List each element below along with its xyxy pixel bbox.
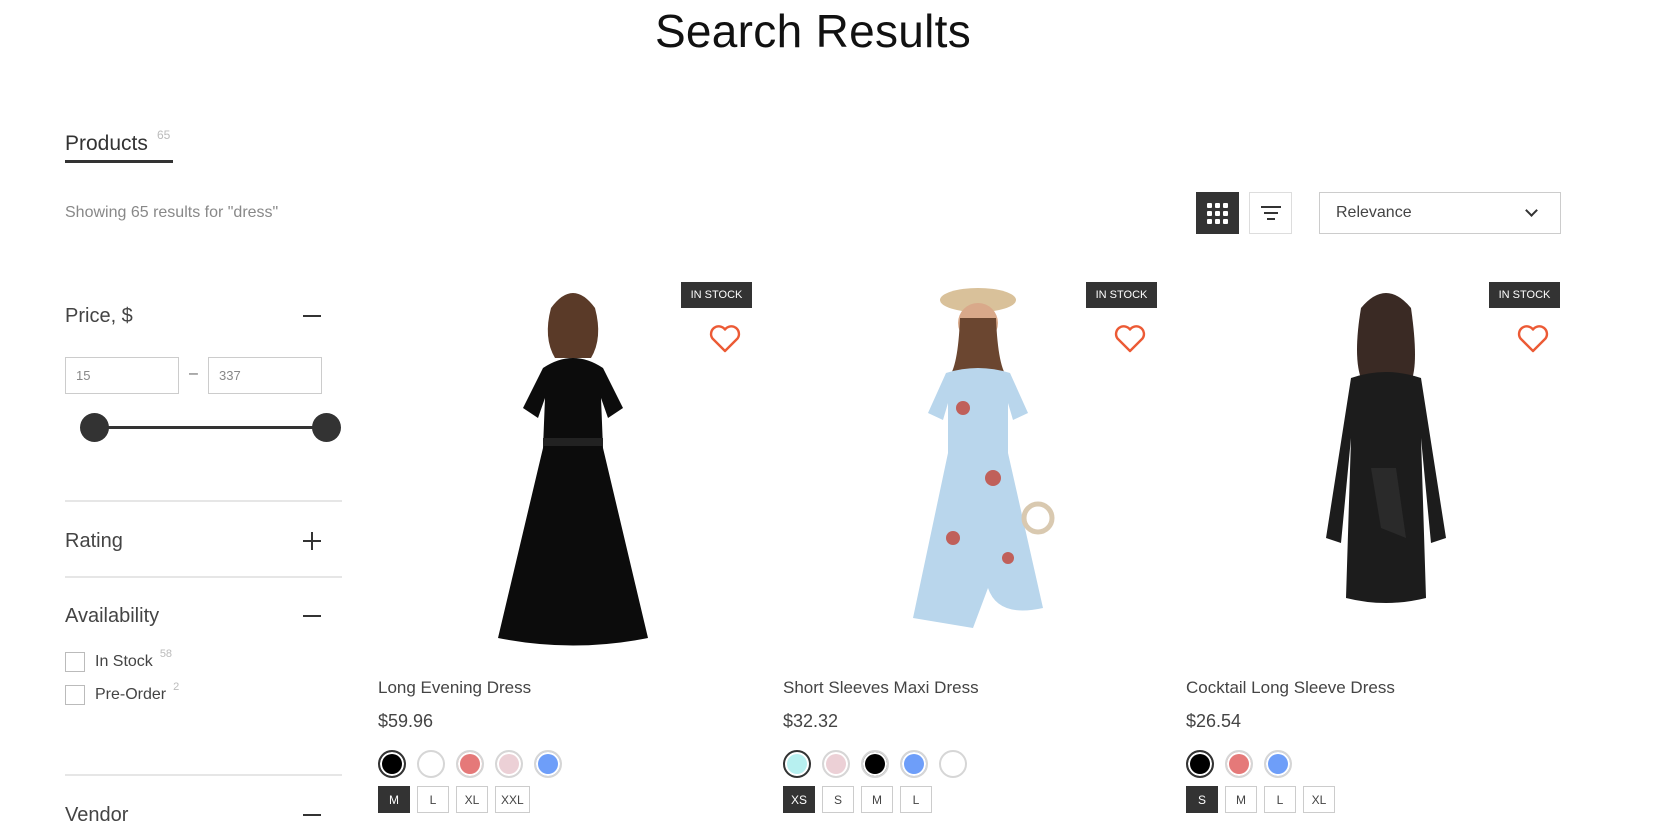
stock-badge: IN STOCK [1489,282,1560,308]
filter-availability-header[interactable]: Availability [65,601,342,631]
color-swatch[interactable] [900,750,928,778]
product-card[interactable]: IN STOCK Long Evening Dress $59.96 M L XL XXL [378,270,768,830]
filter-divider [65,576,342,578]
size-option[interactable]: M [378,786,410,813]
size-option[interactable]: XL [456,786,488,813]
price-min-input[interactable] [65,357,179,394]
price-slider-max-handle[interactable] [311,413,341,442]
size-option[interactable]: L [417,786,449,813]
price-max-input[interactable] [208,357,322,394]
color-swatch[interactable] [1264,750,1292,778]
filter-divider [65,774,342,776]
color-swatch[interactable] [939,750,967,778]
filter-price-header[interactable]: Price, $ [65,301,342,331]
filter-vendor-header[interactable]: Vendor [65,800,342,830]
stock-badge: IN STOCK [1086,282,1157,308]
grid-icon [1207,202,1228,224]
color-swatch[interactable] [783,750,811,778]
size-option[interactable]: S [1186,786,1218,813]
plus-icon[interactable] [302,531,322,551]
page-title-text: Search Results [654,5,972,57]
product-name[interactable]: Short Sleeves Maxi Dress [783,678,979,698]
color-swatch[interactable] [534,750,562,778]
color-swatch[interactable] [495,750,523,778]
product-price: $59.96 [378,711,434,731]
results-summary: Showing 65 results for "dress" [65,204,279,221]
size-option[interactable]: L [1264,786,1296,813]
in-stock-label: In Stock [95,653,153,670]
minus-icon[interactable] [302,805,322,825]
availability-option-pre-order[interactable]: Pre-Order 2 [65,681,179,705]
filter-vendor-title: Vendor [65,803,129,826]
size-options: M L XL XXL [378,786,530,813]
size-option[interactable]: L [900,786,932,813]
tab-products-label: Products [65,132,148,155]
filter-divider [65,500,342,502]
pre-order-checkbox[interactable] [65,685,85,705]
pre-order-count: 2 [173,681,180,693]
product-price: $32.32 [783,711,839,731]
color-swatch[interactable] [378,750,406,778]
heart-icon[interactable] [1516,324,1550,354]
filter-rating-header[interactable]: Rating [65,526,342,556]
minus-icon[interactable] [302,306,322,326]
color-swatches [783,750,967,778]
heart-icon[interactable] [1113,324,1147,354]
size-option[interactable]: M [861,786,893,813]
color-swatches [378,750,562,778]
size-option[interactable]: XL [1303,786,1335,813]
size-option[interactable]: XXL [495,786,530,813]
sort-dropdown[interactable]: Relevance [1319,192,1561,234]
product-price: $26.54 [1186,711,1242,731]
tab-products-count: 65 [157,128,171,142]
list-icon [1260,206,1281,220]
color-swatch[interactable] [1186,750,1214,778]
list-view-button[interactable] [1249,192,1292,234]
heart-icon[interactable] [708,324,742,354]
size-option[interactable]: XS [783,786,815,813]
product-card[interactable]: IN STOCK Short Sleeves Maxi Dress $32.32 XS… [783,270,1173,830]
pre-order-label: Pre-Order [95,686,167,703]
tab-active-indicator [65,160,173,163]
sort-selected-value: Relevance [1336,204,1412,221]
color-swatch[interactable] [1225,750,1253,778]
in-stock-checkbox[interactable] [65,652,85,672]
filter-rating-title: Rating [65,529,123,552]
in-stock-count: 58 [159,648,173,660]
minus-icon[interactable] [302,606,322,626]
size-option[interactable]: M [1225,786,1257,813]
size-option[interactable]: S [822,786,854,813]
tab-products[interactable]: Products 65 [65,128,173,164]
stock-badge: IN STOCK [681,282,752,308]
product-card[interactable]: IN STOCK Cocktail Long Sleeve Dress $26.54… [1186,270,1576,830]
size-options: XS S M L [783,786,932,813]
filter-price-title: Price, $ [65,304,133,327]
product-name[interactable]: Long Evening Dress [378,678,531,698]
page-title: Search Results [0,4,1680,58]
color-swatch[interactable] [822,750,850,778]
grid-view-button[interactable] [1196,192,1239,234]
price-slider-min-handle[interactable] [79,413,109,442]
chevron-down-icon [1525,204,1538,217]
filter-availability-title: Availability [65,604,160,627]
color-swatches [1186,750,1292,778]
color-swatch[interactable] [861,750,889,778]
color-swatch[interactable] [417,750,445,778]
availability-option-in-stock[interactable]: In Stock 58 [65,648,172,672]
size-options: S M L XL [1186,786,1335,813]
price-range-separator: – [189,365,198,382]
product-name[interactable]: Cocktail Long Sleeve Dress [1186,678,1395,698]
color-swatch[interactable] [456,750,484,778]
price-slider-track[interactable] [94,426,326,429]
